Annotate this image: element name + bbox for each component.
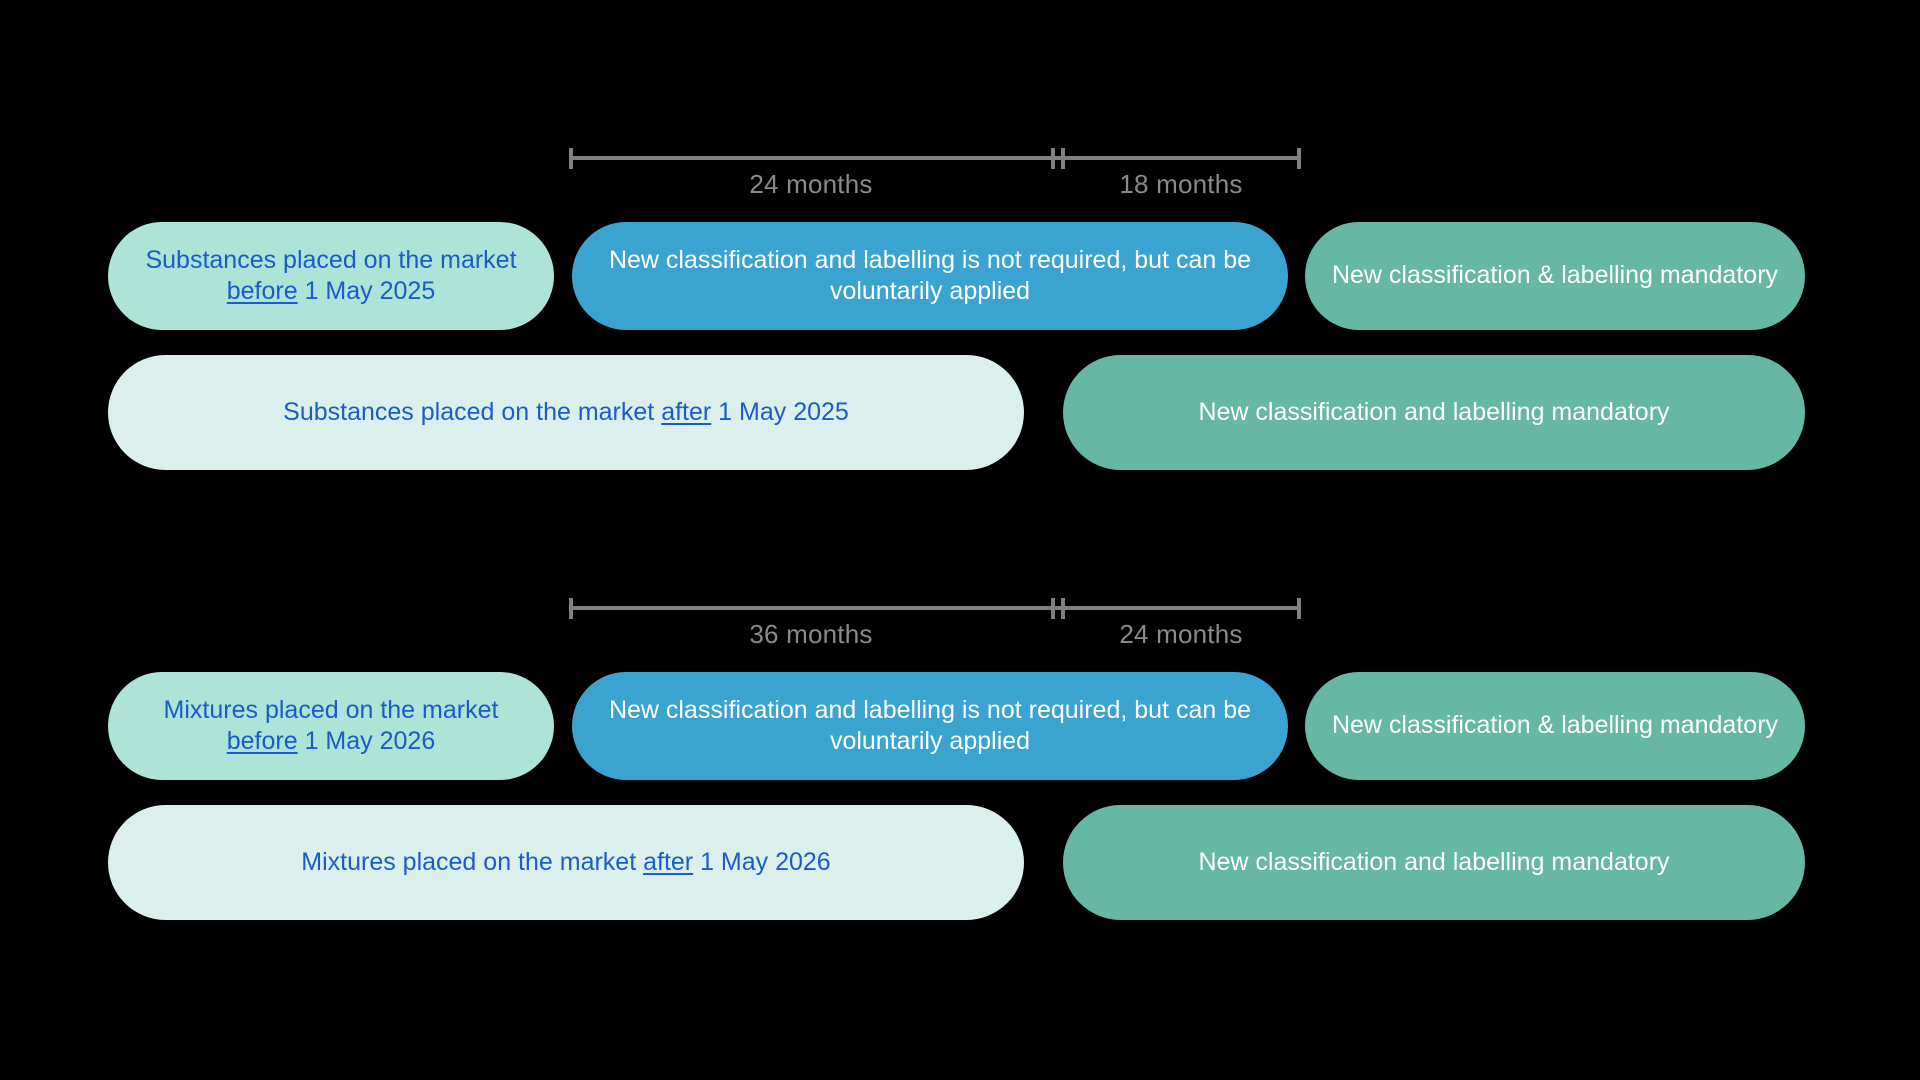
scale-line: [569, 156, 1301, 160]
timeline-row-substances-after: Substances placed on the market after 1 …: [0, 355, 1920, 470]
scale-line: [569, 606, 1301, 610]
scale-tick-end: [1297, 148, 1301, 169]
scale-tick-middle-left: [1051, 598, 1055, 619]
duration-label-second-period: 24 months: [1119, 619, 1243, 649]
scope-box-substances-after: Substances placed on the market after 1 …: [108, 355, 1024, 470]
scope-text-emphasis: after: [643, 847, 694, 876]
scope-text-emphasis: before: [226, 727, 298, 755]
scope-text-prefix: Substances placed on the market: [145, 245, 517, 274]
phase-box-voluntary-mixtures: New classification and labelling is not …: [572, 672, 1288, 780]
timeline-diagram: 24 months 18 months Substances placed on…: [0, 0, 1920, 1080]
scale-tick-start: [569, 598, 573, 619]
duration-scale-substances: 24 months 18 months: [569, 120, 1301, 212]
duration-label-first-period: 36 months: [749, 619, 873, 649]
scope-text-prefix: Mixtures placed on the market: [301, 847, 644, 876]
scale-tick-middle-right: [1061, 598, 1065, 619]
scale-tick-middle-right: [1061, 148, 1065, 169]
duration-label-second-period: 18 months: [1119, 169, 1243, 199]
scope-box-mixtures-before: Mixtures placed on the market before 1 M…: [108, 672, 554, 780]
phase-box-mandatory-mixtures-before: New classification & labelling mandatory: [1305, 672, 1805, 780]
duration-label-first-period: 24 months: [749, 169, 873, 199]
phase-box-mandatory-substances-after: New classification and labelling mandato…: [1063, 355, 1805, 470]
timeline-row-mixtures-before: Mixtures placed on the market before 1 M…: [0, 672, 1920, 780]
scale-tick-start: [569, 148, 573, 169]
scope-text-emphasis: before: [226, 277, 298, 305]
scope-text-emphasis: after: [661, 397, 712, 426]
scope-text-suffix: 1 May 2026: [297, 727, 436, 755]
scope-text-prefix: Substances placed on the market: [283, 397, 662, 426]
scope-box-substances-before: Substances placed on the market before 1…: [108, 222, 554, 330]
scope-text-suffix: 1 May 2026: [693, 847, 831, 876]
scale-tick-end: [1297, 598, 1301, 619]
timeline-row-mixtures-after: Mixtures placed on the market after 1 Ma…: [0, 805, 1920, 920]
timeline-row-substances-before: Substances placed on the market before 1…: [0, 222, 1920, 330]
phase-box-voluntary-substances: New classification and labelling is not …: [572, 222, 1288, 330]
duration-scale-mixtures: 36 months 24 months: [569, 570, 1301, 662]
phase-box-mandatory-mixtures-after: New classification and labelling mandato…: [1063, 805, 1805, 920]
scope-text-prefix: Mixtures placed on the market: [163, 695, 499, 724]
scope-text-suffix: 1 May 2025: [711, 397, 849, 426]
scope-box-mixtures-after: Mixtures placed on the market after 1 Ma…: [108, 805, 1024, 920]
scope-text-suffix: 1 May 2025: [297, 277, 436, 305]
phase-box-mandatory-substances-before: New classification & labelling mandatory: [1305, 222, 1805, 330]
scale-tick-middle-left: [1051, 148, 1055, 169]
